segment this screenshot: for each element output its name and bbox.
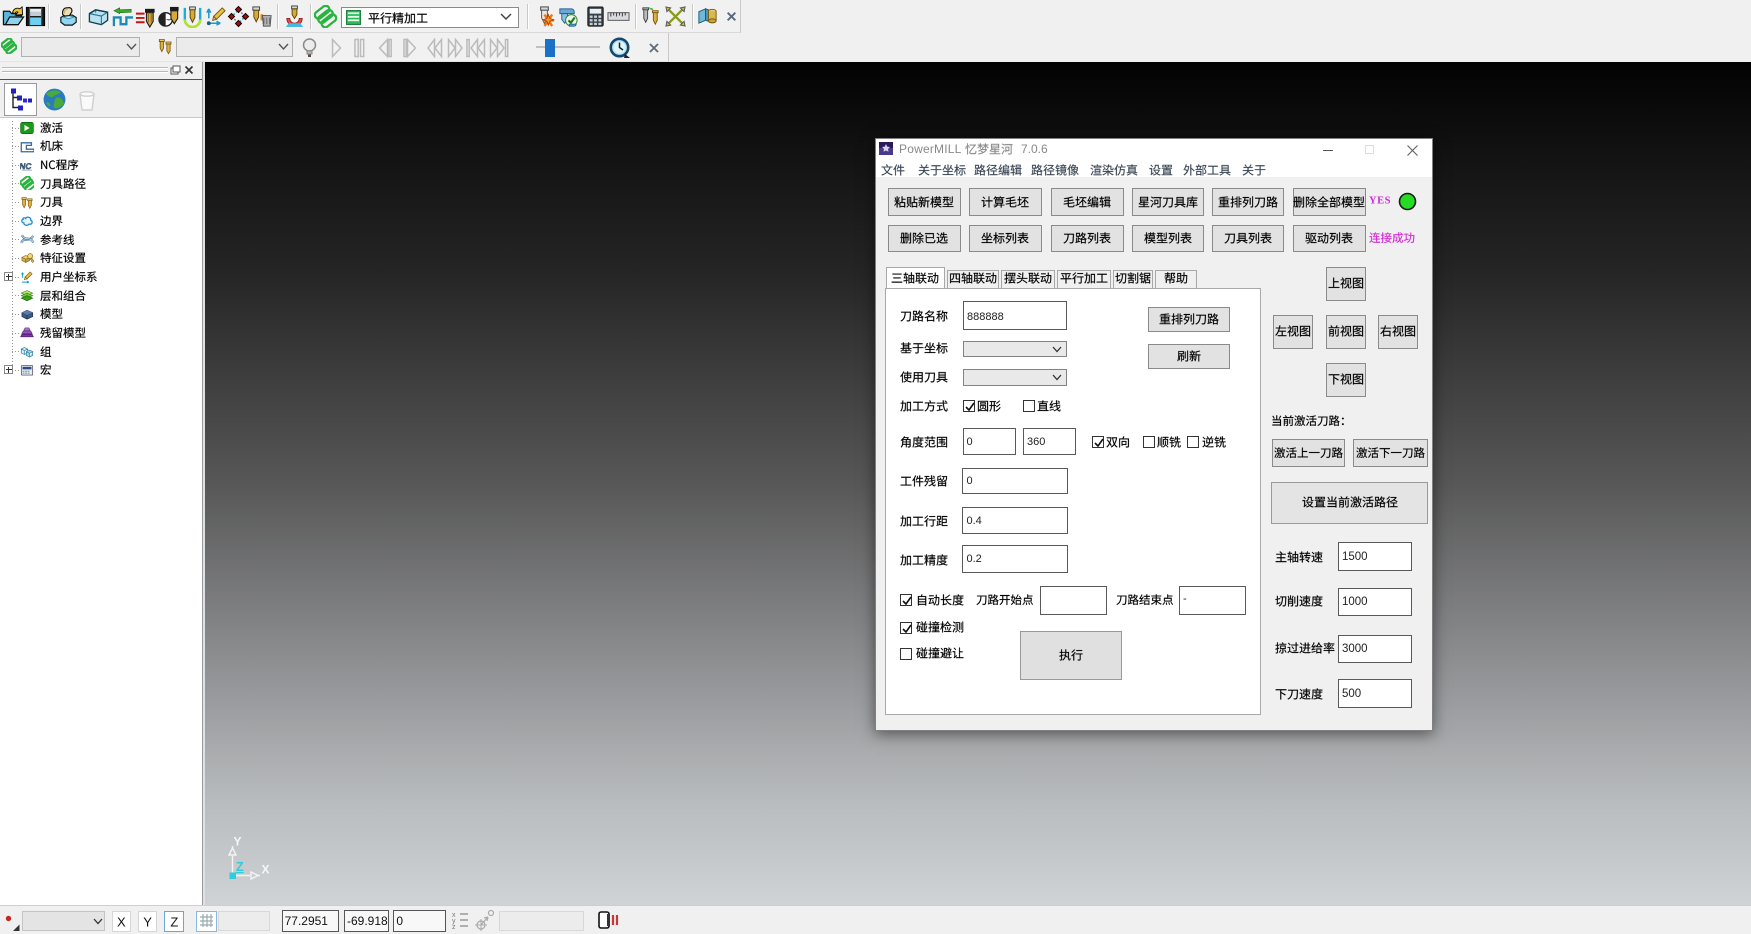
- svg-text:NC: NC: [20, 161, 32, 171]
- svg-text:Y: Y: [234, 835, 242, 849]
- svg-text:X: X: [262, 863, 270, 877]
- svg-text:z: z: [452, 924, 456, 930]
- svg-text:Z: Z: [236, 860, 244, 874]
